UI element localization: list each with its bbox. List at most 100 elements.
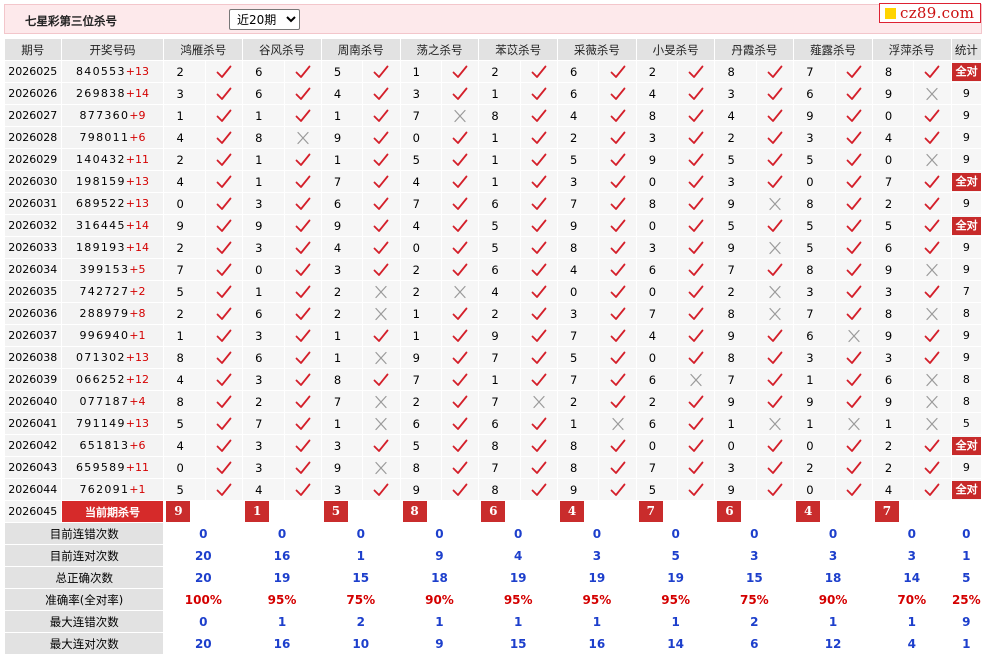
stats-value: 20 xyxy=(163,632,244,655)
stats-value: 19 xyxy=(242,566,322,589)
result-mark-cell xyxy=(362,236,401,259)
result-mark-cell xyxy=(440,258,480,281)
kill-value-cell: 0 xyxy=(635,346,679,369)
kill-value-cell: 3 xyxy=(320,258,364,281)
cross-icon xyxy=(767,197,783,211)
table-row: 2026030 198159+13 4 1 7 4 1 3 0 3 0 7 全对 xyxy=(4,170,983,193)
result-mark-cell xyxy=(519,280,559,303)
current-kill-cell: 8 xyxy=(399,500,480,523)
result-mark-cell xyxy=(283,236,322,259)
kill-value-cell: 1 xyxy=(478,368,521,391)
table-row: 2026042 651813+6 4 3 3 5 8 8 0 0 0 2 全对 xyxy=(4,434,983,457)
kill-value-cell: 5 xyxy=(793,214,836,237)
check-icon xyxy=(295,219,311,233)
check-icon xyxy=(846,219,862,233)
current-kill-label: 当前期杀号 xyxy=(60,500,165,523)
check-icon xyxy=(295,373,311,387)
check-icon xyxy=(216,373,232,387)
kill-value-cell: 5 xyxy=(714,148,757,171)
result-mark-cell xyxy=(283,302,322,325)
check-icon xyxy=(767,87,783,101)
kill-value-cell: 2 xyxy=(557,390,600,413)
result-mark-cell xyxy=(440,104,480,127)
result-mark-cell xyxy=(598,324,637,347)
stats-value: 3 xyxy=(714,544,795,567)
draw-numbers-cell: 651813+6 xyxy=(60,434,165,457)
site-logo[interactable]: cz89.com xyxy=(879,3,981,23)
result-mark-cell xyxy=(283,258,322,281)
period-cell: 2026027 xyxy=(4,104,62,127)
stat-cell: 9 xyxy=(950,456,983,479)
draw-numbers-cell: 689522+13 xyxy=(60,192,165,215)
result-mark-cell xyxy=(519,82,559,105)
check-icon xyxy=(767,373,783,387)
result-mark-cell xyxy=(913,434,952,457)
period-cell: 2026029 xyxy=(4,148,62,171)
check-icon xyxy=(295,263,311,277)
current-kill-badge: 8 xyxy=(402,501,427,522)
kill-value-cell: 6 xyxy=(478,412,521,435)
result-mark-cell xyxy=(598,104,637,127)
check-icon xyxy=(846,483,862,497)
kill-value-cell: 7 xyxy=(635,456,679,479)
draw-digits: 996940 xyxy=(79,329,130,342)
check-icon xyxy=(452,65,468,79)
result-mark-cell xyxy=(755,148,795,171)
stat-cell: 全对 xyxy=(950,170,983,193)
period-cell: 2026034 xyxy=(4,258,62,281)
cross-icon xyxy=(924,373,940,387)
table-row: 2026039 066252+12 4 3 8 7 1 7 6 7 1 6 8 xyxy=(4,368,983,391)
stats-value: 4 xyxy=(478,544,559,567)
stats-value: 0 xyxy=(557,522,637,545)
draw-extra: +8 xyxy=(129,307,146,320)
check-icon xyxy=(767,461,783,475)
draw-numbers-cell: 198159+13 xyxy=(60,170,165,193)
result-mark-cell xyxy=(834,258,873,281)
result-mark-cell xyxy=(440,192,480,215)
all-correct-badge: 全对 xyxy=(952,216,981,235)
result-mark-cell xyxy=(204,368,244,391)
cross-icon xyxy=(373,417,389,431)
check-icon xyxy=(295,351,311,365)
period-range-select[interactable]: 近20期 xyxy=(229,9,300,30)
check-icon xyxy=(767,131,783,145)
result-mark-cell xyxy=(913,60,952,83)
check-icon xyxy=(610,153,626,167)
kill-value-cell: 3 xyxy=(242,324,285,347)
kill-value-cell: 0 xyxy=(635,214,679,237)
kill-value-cell: 5 xyxy=(635,478,679,501)
check-icon xyxy=(688,197,704,211)
check-icon xyxy=(295,65,311,79)
check-icon xyxy=(373,153,389,167)
result-mark-cell xyxy=(913,324,952,347)
draw-digits: 288979 xyxy=(79,307,130,320)
result-mark-cell xyxy=(913,280,952,303)
stats-value: 100% xyxy=(163,588,244,611)
period-cell: 2026042 xyxy=(4,434,62,457)
kill-value-cell: 2 xyxy=(163,60,206,83)
kill-value-cell: 5 xyxy=(399,434,442,457)
kill-value-cell: 8 xyxy=(242,126,285,149)
result-mark-cell xyxy=(440,390,480,413)
stats-value: 25% xyxy=(950,588,983,611)
kill-value-cell: 8 xyxy=(714,346,757,369)
check-icon xyxy=(216,65,232,79)
check-icon xyxy=(452,131,468,145)
check-icon xyxy=(373,373,389,387)
kill-value-cell: 1 xyxy=(320,346,364,369)
result-mark-cell xyxy=(834,82,873,105)
stats-value: 20 xyxy=(163,566,244,589)
check-icon xyxy=(688,175,704,189)
result-mark-cell xyxy=(440,126,480,149)
draw-numbers-cell: 791149+13 xyxy=(60,412,165,435)
stats-label: 最大连错次数 xyxy=(3,610,165,633)
result-mark-cell xyxy=(204,192,244,215)
check-icon xyxy=(531,65,547,79)
check-icon xyxy=(216,263,232,277)
result-mark-cell xyxy=(283,478,322,501)
check-icon xyxy=(610,285,626,299)
kill-value-cell: 7 xyxy=(635,302,679,325)
period-cell: 2026031 xyxy=(4,192,62,215)
kill-value-cell: 1 xyxy=(320,148,364,171)
check-icon xyxy=(373,65,389,79)
